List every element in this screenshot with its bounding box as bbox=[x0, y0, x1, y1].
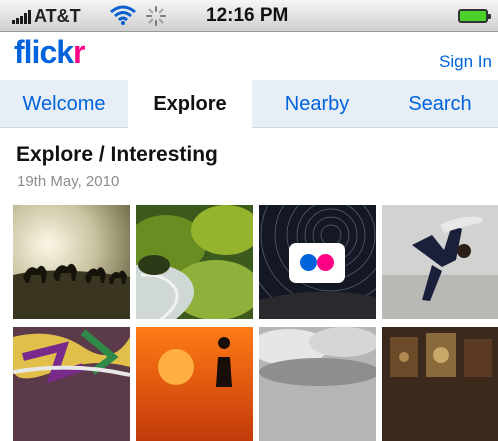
status-bar: AT&T 12:16 PM bbox=[0, 0, 498, 32]
tab-welcome[interactable]: Welcome bbox=[0, 80, 128, 128]
app-header: flickr Sign In bbox=[0, 32, 498, 80]
star-trails-photo[interactable] bbox=[259, 205, 376, 319]
tab-nearby[interactable]: Nearby bbox=[252, 80, 382, 128]
tab-explore[interactable]: Explore bbox=[128, 80, 252, 128]
logo-text-accent: r bbox=[73, 34, 85, 70]
battery-icon bbox=[458, 9, 491, 23]
sunset-silhouette-photo[interactable] bbox=[136, 327, 253, 441]
cloudy-sky-photo[interactable] bbox=[259, 327, 376, 441]
page-title: Explore / Interesting bbox=[16, 143, 218, 166]
flickr-logo[interactable]: flickr bbox=[14, 34, 86, 71]
wifi-icon bbox=[110, 5, 136, 25]
status-time: 12:16 PM bbox=[206, 5, 289, 26]
tab-bar: Welcome Explore Nearby Search bbox=[0, 80, 498, 128]
waterfall-moss-photo[interactable] bbox=[136, 205, 253, 319]
activity-spinner-icon bbox=[146, 6, 166, 26]
page-date: 19th May, 2010 bbox=[17, 173, 120, 190]
sign-in-link[interactable]: Sign In bbox=[439, 52, 492, 72]
vintage-interior-photo[interactable] bbox=[382, 327, 498, 441]
tab-search[interactable]: Search bbox=[382, 80, 498, 128]
graffiti-photo[interactable] bbox=[13, 327, 130, 441]
logo-text-main: flick bbox=[14, 34, 74, 70]
dancer-jump-photo[interactable] bbox=[382, 205, 498, 319]
carrier-name: AT&T bbox=[34, 6, 81, 26]
flickr-logo-icon bbox=[289, 243, 345, 283]
photo-grid bbox=[0, 205, 498, 441]
camels-desert-photo[interactable] bbox=[13, 205, 130, 319]
signal-bars-icon bbox=[12, 10, 34, 24]
